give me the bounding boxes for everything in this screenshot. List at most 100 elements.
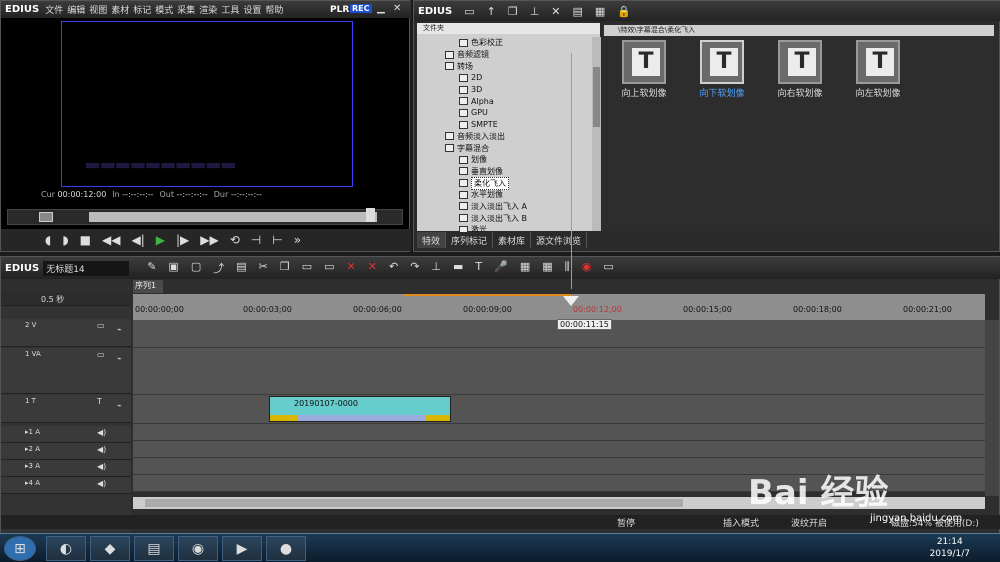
grid-icon[interactable]: ▦ — [542, 260, 552, 276]
undo-icon[interactable]: ↶ — [389, 260, 398, 276]
layout-icon[interactable]: ▭ — [603, 260, 613, 276]
open-icon[interactable]: ⤴ — [213, 260, 224, 276]
close-icon[interactable]: ✕ — [393, 3, 401, 14]
tree-item[interactable]: 柔化飞入 — [417, 176, 592, 190]
effect-item[interactable]: T 向右软划像 — [770, 40, 830, 99]
track-3a[interactable]: ▸3 A ◀) — [1, 460, 131, 477]
redo-icon[interactable]: ↷ — [410, 260, 419, 276]
mixer-icon[interactable]: ⫼ — [565, 260, 570, 276]
tree-item[interactable]: 淡入淡出飞入 B — [417, 212, 592, 224]
replace-icon[interactable]: ▭ — [324, 260, 334, 276]
app-icon-qq[interactable]: ◆ — [90, 536, 130, 561]
app-icon-explorer[interactable]: ▤ — [134, 536, 174, 561]
set-out-icon[interactable]: ◗ — [62, 233, 68, 247]
track-lane[interactable] — [133, 395, 985, 424]
more-icon[interactable]: » — [294, 233, 301, 247]
menu-capture[interactable]: 采集 — [177, 3, 195, 16]
mic-icon[interactable]: 🎤 — [494, 260, 508, 276]
tab-bin[interactable]: 素材库 — [493, 232, 532, 248]
tree-item[interactable]: 音频滤镜 — [417, 49, 592, 61]
overwrite-icon[interactable]: ⊢ — [272, 233, 282, 247]
speaker-icon[interactable]: ◀) — [97, 479, 106, 488]
new-icon[interactable]: ▢ — [191, 260, 201, 276]
rec-button[interactable]: REC — [350, 4, 372, 13]
fast-forward-icon[interactable]: ▶▶ — [200, 233, 218, 247]
tree-item[interactable]: SMPTE — [417, 119, 592, 131]
tree-item[interactable]: 淡入淡出飞入 A — [417, 201, 592, 213]
plr-button[interactable]: PLR — [330, 5, 349, 15]
menu-edit[interactable]: 编辑 — [67, 3, 85, 16]
track-mute-icon[interactable]: ▭ — [97, 321, 105, 330]
menu-help[interactable]: 帮助 — [265, 3, 283, 16]
speaker-icon[interactable]: ◀) — [97, 445, 106, 454]
menu-marker[interactable]: 标记 — [133, 3, 151, 16]
menu-render[interactable]: 渲染 — [199, 3, 217, 16]
track-lane[interactable] — [133, 424, 985, 441]
track-sync-icon[interactable]: ⌁ — [117, 325, 122, 334]
menu-tools[interactable]: 工具 — [221, 3, 239, 16]
vertical-scrollbar[interactable] — [985, 320, 999, 496]
timeline-ruler[interactable]: 00:00:00;00 00:00:03;00 00:00:06;00 00:0… — [133, 294, 985, 320]
paste-icon[interactable]: ▭ — [302, 260, 312, 276]
view-icon[interactable]: ▤ — [573, 5, 583, 18]
tree-item[interactable]: 3D — [417, 84, 592, 96]
menu-file[interactable]: 文件 — [45, 3, 63, 16]
menu-settings[interactable]: 设置 — [243, 3, 261, 16]
play-icon[interactable]: ▶ — [156, 233, 165, 247]
track-mute-icon[interactable]: ▭ — [97, 350, 105, 359]
add-clip-icon[interactable]: ⊥ — [431, 260, 441, 276]
copy-icon[interactable]: ❐ — [508, 5, 518, 18]
cut-icon[interactable]: ✂ — [259, 260, 268, 276]
playhead-marker[interactable] — [563, 296, 579, 306]
tree-item[interactable]: GPU — [417, 107, 592, 119]
step-back-icon[interactable]: ◀| — [131, 233, 144, 247]
render-icon[interactable]: ▦ — [520, 260, 530, 276]
track-sync-icon[interactable]: ⌁ — [117, 354, 122, 363]
folder-scrollbar[interactable] — [592, 37, 601, 231]
properties-icon[interactable]: ▦ — [595, 5, 605, 18]
mode-icon[interactable]: ✎ — [147, 260, 156, 276]
tree-item[interactable]: 划像 — [417, 154, 592, 166]
playhead-handle[interactable] — [366, 208, 375, 222]
tab-source-browser[interactable]: 源文件浏览 — [531, 232, 588, 248]
playhead-line[interactable] — [571, 53, 572, 289]
track-lane[interactable] — [133, 441, 985, 458]
track-1a[interactable]: ▸1 A ◀) — [1, 426, 131, 443]
app-icon-360[interactable]: ◐ — [46, 536, 86, 561]
app-icon-edius[interactable]: ▶ — [222, 536, 262, 561]
track-2v[interactable]: 2 V ▭ ⌁ — [1, 319, 131, 347]
track-lane[interactable] — [133, 348, 985, 395]
clock[interactable]: 21:14 2019/1/7 — [930, 536, 970, 560]
fade-in-handle[interactable] — [270, 415, 298, 421]
title-icon[interactable]: T — [475, 260, 482, 276]
ripple-delete-icon[interactable]: ✕ — [368, 260, 377, 276]
shuttle-handle[interactable] — [39, 212, 53, 222]
tab-effects[interactable]: 特效 — [417, 232, 447, 248]
tree-item[interactable]: 2D — [417, 72, 592, 84]
delete-icon[interactable]: ✕ — [347, 260, 356, 276]
insert-icon[interactable]: ⊣ — [251, 233, 261, 247]
snapshot-icon[interactable]: ▣ — [168, 260, 178, 276]
menu-mode[interactable]: 模式 — [155, 3, 173, 16]
record-icon[interactable]: ◉ — [582, 260, 592, 276]
step-forward-icon[interactable]: |▶ — [176, 233, 189, 247]
add-icon[interactable]: ⊥ — [530, 5, 540, 18]
tree-item[interactable]: 字幕混合 — [417, 142, 592, 154]
rewind-icon[interactable]: ◀◀ — [102, 233, 120, 247]
tree-item[interactable]: 垂直划像 — [417, 166, 592, 178]
loop-icon[interactable]: ⟲ — [230, 233, 240, 247]
effect-item[interactable]: T 向上软划像 — [614, 40, 674, 99]
menu-view[interactable]: 视图 — [89, 3, 107, 16]
folder-icon[interactable]: ▭ — [464, 5, 474, 18]
save-icon[interactable]: ▤ — [236, 260, 246, 276]
track-4a[interactable]: ▸4 A ◀) — [1, 477, 131, 494]
tree-item[interactable]: 音频淡入淡出 — [417, 131, 592, 143]
app-icon-recorder[interactable]: ● — [266, 536, 306, 561]
app-icon-firefox[interactable]: ◉ — [178, 536, 218, 561]
title-clip[interactable]: 20190107-0000 — [269, 396, 451, 422]
effect-item-selected[interactable]: T 向下软划像 — [692, 40, 752, 99]
start-button[interactable]: ⊞ — [4, 536, 36, 561]
minimize-icon[interactable]: ▁ — [377, 3, 385, 14]
delete-icon[interactable]: ✕ — [551, 5, 560, 18]
link-icon[interactable]: ▬ — [453, 260, 463, 276]
